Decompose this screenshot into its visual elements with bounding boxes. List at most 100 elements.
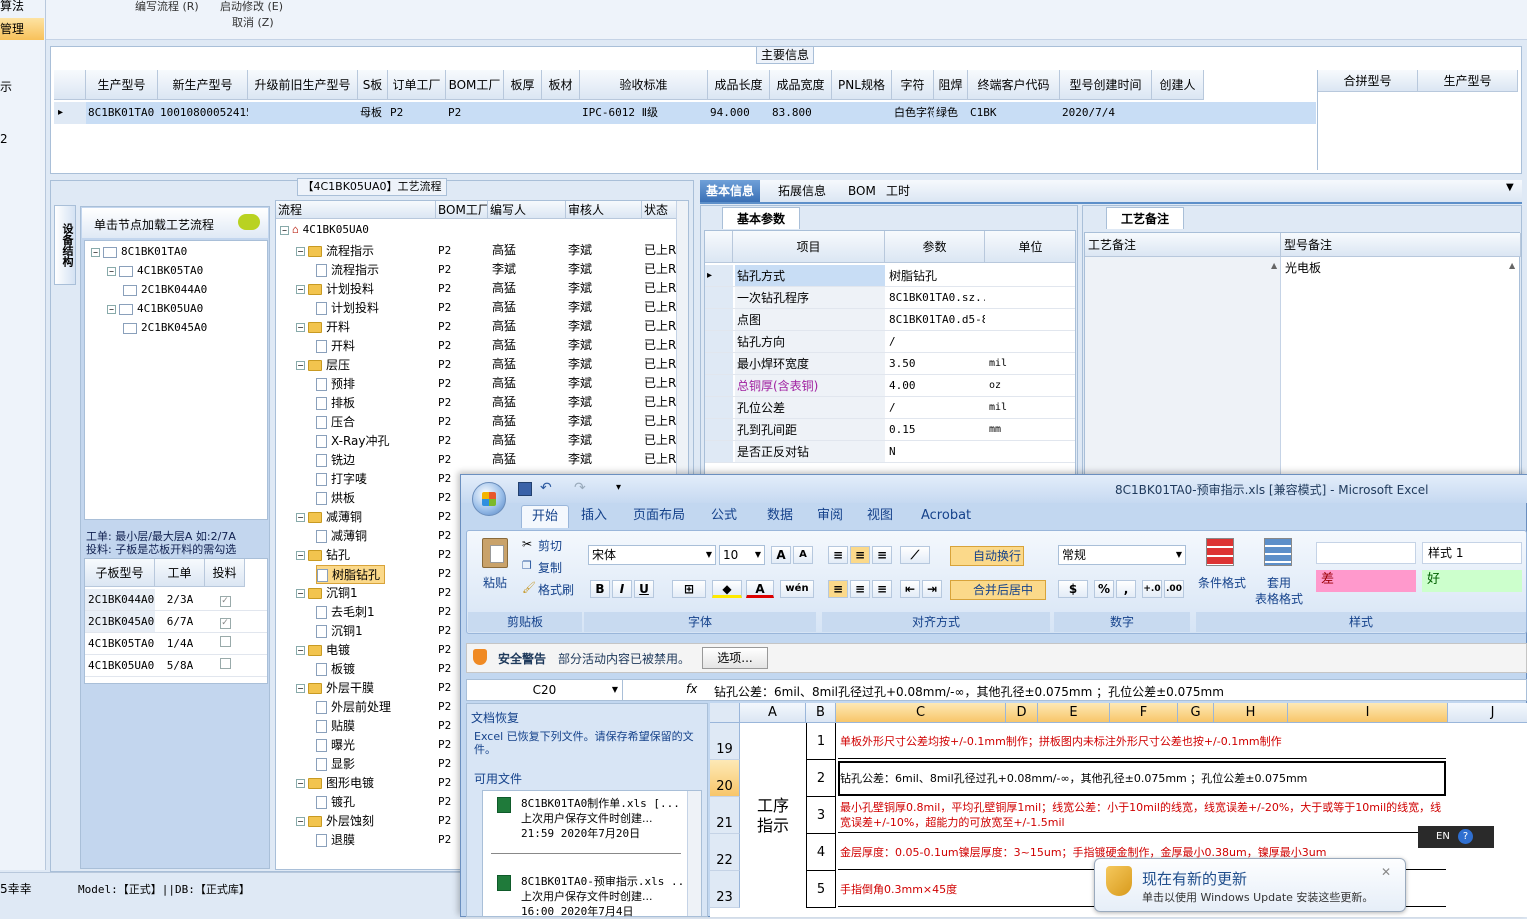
main-cell[interactable]: P2 xyxy=(388,102,446,124)
process-node[interactable]: 镀孔 xyxy=(316,793,355,810)
item-text-cell[interactable]: 单板外形尺寸公差均按+/-0.1mm制作；拼板图内未标注外形尺寸公差也按+/-0… xyxy=(838,724,1446,759)
param-unit[interactable]: mm xyxy=(987,419,1075,441)
select-all-corner[interactable] xyxy=(710,703,740,723)
nav-item-manage[interactable]: 管理 xyxy=(0,18,44,40)
wrap-text-button[interactable]: 自动换行 xyxy=(950,546,1024,566)
process-node[interactable]: 计划投料 xyxy=(316,299,379,316)
collapse-icon[interactable]: − xyxy=(296,285,305,294)
main-col-header[interactable]: 生产型号 xyxy=(86,70,158,100)
row-number[interactable]: 23 xyxy=(710,871,740,908)
increase-indent-button[interactable]: ⇥ xyxy=(922,580,942,598)
process-node[interactable]: 曝光 xyxy=(316,736,355,753)
process-node[interactable]: − 电镀 xyxy=(296,641,350,658)
name-box[interactable]: C20 ▼ xyxy=(467,680,623,700)
main-cell[interactable]: 母板 xyxy=(358,102,388,124)
main-cell[interactable]: 2020/7/4 xyxy=(1060,102,1152,124)
sub-order-cell[interactable]: 5/8A xyxy=(155,655,205,677)
main-cell[interactable]: IPC-6012 Ⅱ级 xyxy=(580,102,708,124)
column-header[interactable]: I xyxy=(1288,703,1448,723)
tab-process-remark[interactable]: 工艺备注 xyxy=(1106,207,1184,229)
process-node[interactable]: 排板 xyxy=(316,394,355,411)
style-1-cell[interactable]: 样式 1 xyxy=(1422,542,1522,564)
conditional-format-icon[interactable] xyxy=(1206,538,1234,566)
sub-feed-cell[interactable] xyxy=(205,655,245,677)
process-node[interactable]: − 流程指示 xyxy=(296,242,374,259)
param-item[interactable]: 钻孔方向 xyxy=(735,331,885,353)
process-node[interactable]: − 图形电镀 xyxy=(296,774,374,791)
underline-button[interactable]: U xyxy=(634,580,654,598)
ribbon-tab[interactable]: 开始 xyxy=(521,505,570,528)
param-unit[interactable] xyxy=(987,287,1075,309)
sub-order-cell[interactable]: 1/4A xyxy=(155,633,205,655)
column-header[interactable]: B xyxy=(806,703,836,723)
process-node[interactable]: 开料 xyxy=(316,337,355,354)
main-cell[interactable] xyxy=(504,102,542,124)
process-node[interactable]: − 减薄铜 xyxy=(296,508,362,525)
param-unit[interactable] xyxy=(987,309,1075,331)
column-header[interactable]: A xyxy=(740,703,806,723)
percent-button[interactable]: % xyxy=(1094,580,1114,598)
item-text-cell[interactable]: 钻孔公差：6mil、8mil孔径过孔+0.08mm/-∞，其他孔径±0.075m… xyxy=(838,761,1446,796)
phonetic-button[interactable]: wén xyxy=(780,580,814,598)
param-item[interactable]: 钻孔方式 xyxy=(735,265,885,287)
process-node[interactable]: − 计划投料 xyxy=(296,280,374,297)
process-node[interactable]: 流程指示 xyxy=(316,261,379,278)
item-text-cell[interactable]: 最小孔壁铜厚0.8mil，平均孔壁铜厚1mil；线宽公差：小于10mil的线宽，… xyxy=(838,798,1446,833)
align-center-button[interactable]: ≡ xyxy=(850,580,870,598)
model-remark-cell[interactable]: 光电板 xyxy=(1285,259,1321,276)
process-node[interactable]: − 层压 xyxy=(296,356,350,373)
param-value[interactable]: 4.00 xyxy=(887,375,985,397)
row-number[interactable]: 22 xyxy=(710,834,740,871)
ribbon-tab[interactable]: 审阅 xyxy=(811,505,849,527)
main-col-header[interactable]: 成品宽度 xyxy=(770,70,832,100)
param-unit[interactable]: mil xyxy=(987,397,1075,419)
column-header[interactable]: D xyxy=(1006,703,1038,723)
undo-icon[interactable]: ↶ xyxy=(540,480,552,496)
tab-dropdown-icon[interactable]: ▼ xyxy=(1506,182,1514,193)
process-col-header[interactable]: 审核人 xyxy=(566,201,642,219)
feed-checkbox[interactable] xyxy=(219,636,231,647)
collapse-icon[interactable]: − xyxy=(296,513,305,522)
align-bottom-button[interactable]: ≡ xyxy=(872,546,892,564)
sub-model-cell[interactable]: 2C1BK045A0 xyxy=(85,611,155,633)
sub-col-header[interactable]: 工单 xyxy=(155,559,205,587)
ribbon-tab[interactable]: 数据 xyxy=(761,505,799,527)
decrease-indent-button[interactable]: ⇤ xyxy=(900,580,920,598)
remark-scroll-up-icon[interactable]: ▲ xyxy=(1271,261,1277,270)
item-number-cell[interactable]: 4 xyxy=(806,834,836,871)
collapse-icon[interactable]: − xyxy=(296,817,305,826)
collapse-icon[interactable]: − xyxy=(296,779,305,788)
language-bar[interactable]: EN? xyxy=(1418,826,1494,848)
nav-item-2[interactable]: 2 xyxy=(0,132,8,146)
number-format-select[interactable]: 常规 ▼ xyxy=(1058,545,1186,565)
main-col-header[interactable]: BOM工厂 xyxy=(446,70,504,100)
sub-order-cell[interactable]: 2/3A xyxy=(155,589,205,611)
column-header[interactable]: F xyxy=(1110,703,1178,723)
italic-button[interactable]: I xyxy=(612,580,632,598)
feed-checkbox[interactable] xyxy=(219,658,231,669)
column-header[interactable]: G xyxy=(1178,703,1214,723)
process-node[interactable]: 去毛刺1 xyxy=(316,603,375,620)
process-node[interactable]: − 钻孔 xyxy=(296,546,350,563)
process-node[interactable]: 退膜 xyxy=(316,831,355,848)
align-left-button[interactable]: ≡ xyxy=(828,580,848,598)
detail-tab[interactable]: 拓展信息 xyxy=(772,180,832,202)
table-format-label-1[interactable]: 套用 xyxy=(1256,574,1302,591)
param-item[interactable]: 总铜厚(含表铜) xyxy=(735,375,885,397)
menu-start-modify[interactable]: 启动修改 (E) xyxy=(220,0,283,14)
nav-item-indicate[interactable]: 示 xyxy=(0,78,12,95)
formula-input[interactable]: 钻孔公差：6mil、8mil孔径过孔+0.08mm/-∞，其他孔径±0.075m… xyxy=(714,683,1224,700)
merge-center-button[interactable]: 合并后居中 xyxy=(950,580,1046,600)
menu-edit-flow[interactable]: 编写流程 (R) xyxy=(135,0,199,14)
detail-tab[interactable]: 基本信息 xyxy=(700,180,761,202)
ribbon-tab[interactable]: 页面布局 xyxy=(627,505,691,527)
structure-node[interactable]: − 8C1BK01TA0 xyxy=(91,245,187,258)
model-remark-scroll-up-icon[interactable]: ▲ xyxy=(1509,261,1515,270)
row-number[interactable]: 19 xyxy=(710,723,740,760)
collapse-icon[interactable]: − xyxy=(91,247,100,257)
collapse-icon[interactable]: − xyxy=(107,304,116,314)
recovery-file-name[interactable]: 8C1BK01TA0-预审指示.xls ... xyxy=(521,873,685,889)
qat-customize-icon[interactable]: ▾ xyxy=(616,482,621,493)
grow-font-button[interactable]: A xyxy=(771,546,791,564)
align-right-button[interactable]: ≡ xyxy=(872,580,892,598)
